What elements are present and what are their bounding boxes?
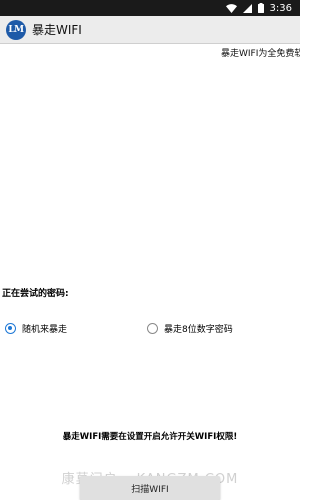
attempting-password-label: 正在尝试的密码: [2, 289, 69, 299]
app-title: 暴走WIFI [32, 23, 82, 37]
radio-random-label: 随机来暴走 [22, 325, 68, 335]
scan-wifi-button[interactable]: 扫描WIFI [80, 476, 220, 500]
radio-random-mode[interactable]: 随机来暴走 [5, 322, 67, 335]
mode-radio-group: 随机来暴走 暴走8位数字密码 [0, 322, 300, 336]
status-icons: 3:36 [225, 2, 292, 14]
wifi-icon [225, 3, 237, 13]
radio-selected-icon [5, 323, 16, 334]
radio-8-digit-mode[interactable]: 暴走8位数字密码 [147, 322, 233, 335]
app-logo: LM [6, 19, 26, 40]
app-bar: LM 暴走WIFI [0, 16, 300, 44]
battery-icon [257, 3, 264, 13]
signal-icon [242, 3, 252, 13]
status-time: 3:36 [269, 2, 292, 14]
marquee-banner: 暴走WIFI为全免费软 [0, 44, 300, 60]
permission-note: 暴走WIFI需要在设置开启允许开关WIFI权限! [62, 432, 238, 442]
status-bar: 3:36 [0, 0, 300, 16]
radio-unselected-icon [147, 323, 158, 334]
radio-8-digit-label: 暴走8位数字密码 [164, 325, 233, 335]
marquee-text: 暴走WIFI为全免费软 [221, 49, 300, 59]
